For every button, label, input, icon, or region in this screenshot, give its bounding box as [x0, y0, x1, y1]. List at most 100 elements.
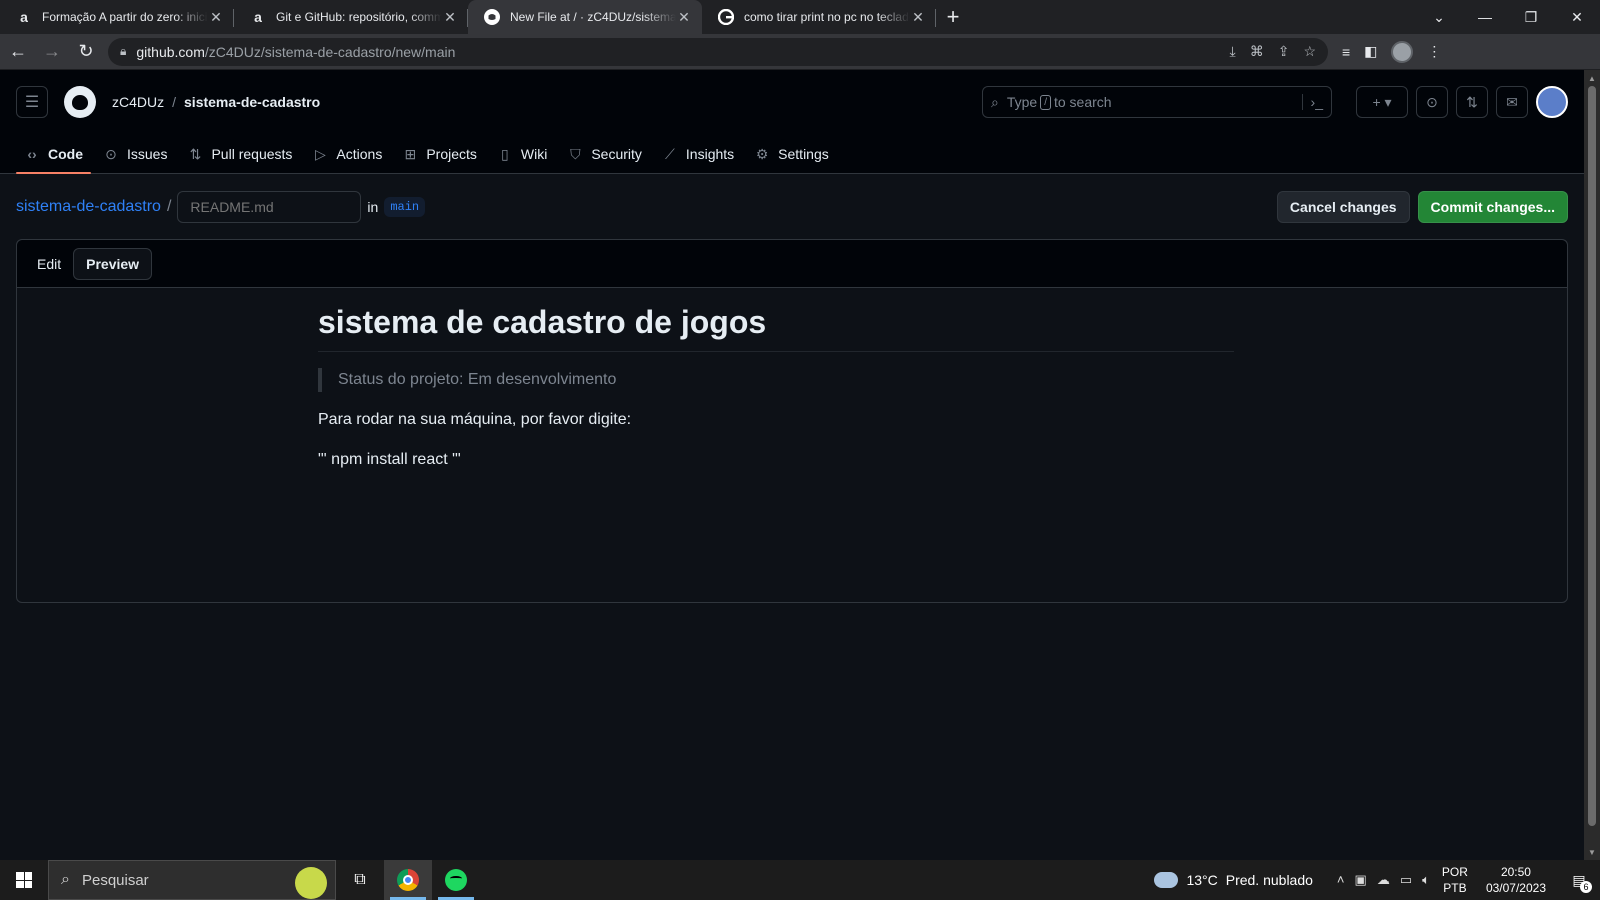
- github-favicon-icon: [484, 9, 500, 25]
- browser-tab[interactable]: a Git e GitHub: repositório, commit ✕: [234, 0, 468, 34]
- close-window-button[interactable]: ✕: [1554, 0, 1600, 34]
- volume-icon[interactable]: 🔈︎: [1422, 872, 1430, 888]
- repo-breadcrumb: zC4DUz / sistema-de-cadastro: [112, 94, 321, 110]
- scrollbar-thumb[interactable]: [1588, 86, 1596, 826]
- chevron-up-icon[interactable]: ˄: [1337, 872, 1345, 888]
- side-panel-icon[interactable]: ◧: [1364, 43, 1377, 60]
- github-logo-icon[interactable]: [64, 86, 96, 118]
- share-icon[interactable]: ⇪: [1278, 43, 1290, 60]
- command-palette-icon[interactable]: ›_: [1301, 94, 1323, 110]
- windows-taskbar: ⌕ Pesquisar ⧉ 13°C Pred. nublado ˄ ▣ ☁ ▭…: [0, 860, 1600, 900]
- projects-icon: ⊞: [404, 145, 417, 162]
- tab-security[interactable]: ⛉ Security: [559, 134, 654, 174]
- new-file-header: sistema-de-cadastro / in main Cancel cha…: [16, 190, 1568, 224]
- tab-edit[interactable]: Edit: [25, 248, 73, 280]
- close-tab-icon[interactable]: ✕: [442, 9, 458, 26]
- issues-icon: ⊙: [105, 145, 117, 162]
- alura-favicon-icon: a: [20, 9, 28, 25]
- windows-logo-icon: [16, 872, 32, 888]
- minimize-button[interactable]: —: [1462, 0, 1508, 34]
- close-tab-icon[interactable]: ✕: [208, 9, 224, 26]
- start-button[interactable]: [0, 860, 48, 900]
- code-icon: ‹›: [27, 146, 37, 162]
- search-input[interactable]: ⌕ Type / to search ›_: [982, 86, 1332, 118]
- page-scrollbar[interactable]: ▲ ▼: [1584, 70, 1600, 860]
- chrome-taskbar-button[interactable]: [384, 860, 432, 900]
- language-indicator[interactable]: POR PTB: [1442, 864, 1468, 896]
- tab-title: New File at / · zC4DUz/sistema-d: [510, 10, 676, 24]
- close-tab-icon[interactable]: ✕: [910, 9, 926, 26]
- back-button[interactable]: ←: [2, 36, 34, 68]
- scroll-down-icon[interactable]: ▼: [1584, 844, 1600, 860]
- tab-preview[interactable]: Preview: [73, 247, 153, 280]
- onedrive-icon[interactable]: ☁: [1377, 872, 1390, 888]
- restore-button[interactable]: ❐: [1508, 0, 1554, 34]
- search-icon: ⌕: [61, 871, 70, 888]
- translate-icon[interactable]: ⌘: [1250, 43, 1264, 60]
- tab-pull-requests[interactable]: ⇅ Pull requests: [179, 134, 304, 174]
- insights-icon: ⟋: [665, 145, 675, 162]
- bookmark-star-icon[interactable]: ☆: [1303, 43, 1316, 60]
- filename-input[interactable]: [177, 191, 362, 223]
- editor-tabs: Edit Preview: [17, 240, 1567, 288]
- tab-projects[interactable]: ⊞ Projects: [394, 134, 489, 174]
- profile-avatar[interactable]: [1391, 40, 1414, 63]
- user-avatar[interactable]: [1536, 86, 1568, 118]
- spotify-taskbar-button[interactable]: [432, 860, 480, 900]
- preview-heading: sistema de cadastro de jogos: [318, 304, 1234, 352]
- branch-badge: main: [384, 197, 426, 217]
- commit-changes-button[interactable]: Commit changes...: [1417, 191, 1568, 223]
- task-view-button[interactable]: ⧉: [336, 860, 384, 900]
- cloud-icon: [1154, 872, 1179, 888]
- editor-panel: Edit Preview sistema de cadastro de jogo…: [16, 239, 1568, 603]
- reading-list-icon[interactable]: ≡: [1342, 44, 1350, 60]
- owner-link[interactable]: zC4DUz: [112, 94, 164, 110]
- new-tab-button[interactable]: +: [936, 0, 970, 34]
- github-header: ☰ zC4DUz / sistema-de-cadastro ⌕ Type / …: [0, 70, 1584, 174]
- weather-widget[interactable]: 13°C Pred. nublado: [1154, 872, 1313, 888]
- tab-actions[interactable]: ▷ Actions: [304, 134, 394, 174]
- pull-requests-icon[interactable]: ⇅: [1456, 86, 1488, 118]
- reload-button[interactable]: ↻: [70, 36, 102, 68]
- tab-issues[interactable]: ⊙ Issues: [95, 134, 179, 174]
- tab-search-icon[interactable]: ⌄: [1416, 0, 1462, 34]
- tab-code[interactable]: ‹› Code: [16, 134, 95, 174]
- cancel-changes-button[interactable]: Cancel changes: [1276, 191, 1410, 223]
- wiki-icon: ▯: [501, 145, 509, 162]
- alura-favicon-icon: a: [254, 9, 262, 25]
- clock[interactable]: 20:50 03/07/2023: [1486, 864, 1546, 896]
- browser-tab[interactable]: como tirar print no pc no teclado ✕: [702, 0, 936, 34]
- network-icon[interactable]: ▭: [1400, 872, 1412, 888]
- taskbar-search[interactable]: ⌕ Pesquisar: [48, 860, 336, 900]
- issues-icon[interactable]: ⊙: [1416, 86, 1448, 118]
- preview-blockquote: Status do projeto: Em desenvolvimento: [318, 368, 1234, 392]
- inbox-icon[interactable]: ✉: [1496, 86, 1528, 118]
- system-tray: 13°C Pred. nublado ˄ ▣ ☁ ▭ 🔈︎ POR PTB 20…: [1154, 860, 1600, 900]
- markdown-preview: sistema de cadastro de jogos Status do p…: [318, 304, 1234, 488]
- forward-button[interactable]: →: [36, 36, 68, 68]
- spotify-icon: [445, 869, 467, 891]
- meet-now-icon[interactable]: ▣: [1355, 872, 1367, 888]
- lock-icon: 🔒︎: [120, 44, 127, 58]
- repo-nav: ‹› Code ⊙ Issues ⇅ Pull requests ▷ Actions ⊞…: [0, 134, 1584, 174]
- tab-settings[interactable]: ⚙ Settings: [746, 134, 841, 174]
- url-host: github.com: [136, 43, 205, 60]
- repo-link[interactable]: sistema-de-cadastro: [184, 94, 320, 110]
- window-controls: ⌄ — ❐ ✕: [1416, 0, 1600, 34]
- preview-paragraph: "' npm install react "': [318, 451, 461, 468]
- scroll-up-icon[interactable]: ▲: [1584, 70, 1600, 86]
- repo-root-link[interactable]: sistema-de-cadastro: [16, 198, 161, 216]
- tab-wiki[interactable]: ▯ Wiki: [489, 134, 559, 174]
- close-tab-icon[interactable]: ✕: [676, 9, 692, 26]
- install-app-icon[interactable]: ⤓: [1230, 43, 1236, 60]
- security-icon: ⛉: [570, 145, 581, 162]
- browser-tab-active[interactable]: New File at / · zC4DUz/sistema-d ✕: [468, 0, 702, 34]
- tab-insights[interactable]: ⟋ Insights: [654, 134, 746, 174]
- browser-tab[interactable]: a Formação A partir do zero: iniciar ✕: [0, 0, 234, 34]
- address-bar[interactable]: 🔒︎ github.com/zC4DUz/sistema-de-cadastro…: [108, 37, 1328, 66]
- notification-center-icon[interactable]: ▤ 6: [1564, 865, 1594, 895]
- menu-kebab-icon[interactable]: ⋮: [1427, 43, 1441, 60]
- preview-paragraph: Para rodar na sua máquina, por favor dig…: [318, 411, 632, 428]
- hamburger-menu-button[interactable]: ☰: [16, 86, 48, 118]
- create-new-button[interactable]: + ▾: [1356, 86, 1408, 118]
